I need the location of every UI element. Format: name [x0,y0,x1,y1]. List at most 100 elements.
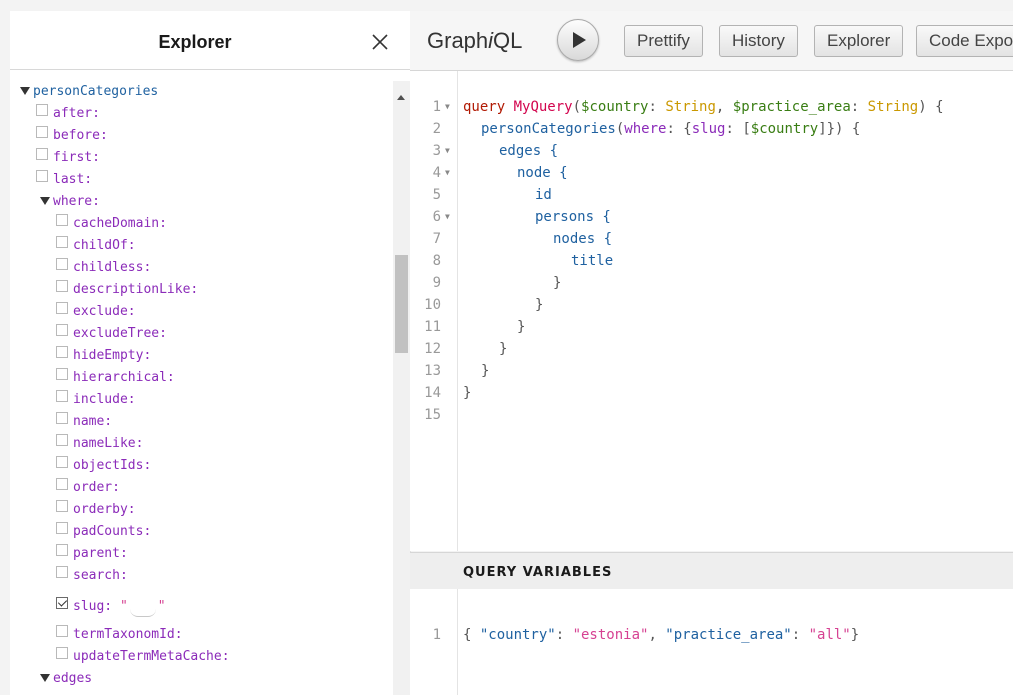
code-exporter-button[interactable]: Code Exporter [916,25,1013,57]
arg-item-before[interactable]: before: [36,125,108,147]
graphiql-panel: GraphiQL Prettify History Explorer Code … [410,11,1013,695]
where-arg-hideEmpty[interactable]: hideEmpty: [56,345,151,367]
checkbox[interactable] [56,213,68,226]
line-number: 7 [432,231,441,247]
where-arg-order[interactable]: order: [56,477,120,499]
history-button[interactable]: History [719,25,798,57]
checkbox[interactable] [36,169,48,182]
where-arg-objectIds[interactable]: objectIds: [56,455,151,477]
where-arg-orderby[interactable]: orderby: [56,499,136,521]
line-number: 6 [432,209,441,225]
where-arg-descriptionLike[interactable]: descriptionLike: [56,279,198,301]
line-number: 1 [432,99,441,115]
where-arg-childOf[interactable]: childOf: [56,235,136,257]
line-number: 11 [424,319,441,335]
checkbox[interactable] [56,455,68,468]
query-variables-bar[interactable]: QUERY VARIABLES [410,552,1013,590]
fold-arrow-icon[interactable]: ▼ [445,140,450,162]
checkbox[interactable] [36,103,48,116]
arg-item-first[interactable]: first: [36,147,100,169]
explorer-scrollbar[interactable] [393,81,410,695]
query-editor[interactable]: 1 2 3 4 5 6 7 8 9 10 11 12 13 14 15 ▼ ▼ … [410,71,1013,551]
checkbox[interactable] [56,521,68,534]
fold-arrow-icon[interactable]: ▼ [445,96,450,118]
explorer-header: Explorer [10,11,410,70]
checkbox[interactable] [56,257,68,270]
checkbox[interactable] [56,367,68,380]
checkbox[interactable] [56,345,68,358]
explorer-panel: Explorer personCategories after: before:… [10,11,411,695]
where-arg-nameLike[interactable]: nameLike: [56,433,143,455]
checkbox[interactable] [56,279,68,292]
close-icon[interactable] [371,33,389,51]
where-arg-childless[interactable]: childless: [56,257,151,279]
code-line: persons { [535,209,611,225]
checkbox[interactable] [36,125,48,138]
checkbox[interactable] [56,389,68,402]
where-arg-updateTermMetaCache[interactable]: updateTermMetaCache: [56,646,230,668]
line-number: 1 [432,627,441,643]
play-icon[interactable] [557,19,599,61]
line-number: 2 [432,121,441,137]
checkbox[interactable] [56,301,68,314]
checkbox[interactable] [56,411,68,424]
code-line: } [535,297,544,313]
checkbox[interactable] [56,565,68,578]
tree-item-personCategories[interactable]: personCategories [20,81,158,103]
where-arg-excludeTree[interactable]: excludeTree: [56,323,167,345]
where-arg-search[interactable]: search: [56,565,128,587]
line-number: 10 [424,297,441,313]
checkbox[interactable] [56,624,68,637]
graphiql-logo: GraphiQL [427,28,523,53]
slug-value-input[interactable] [129,602,156,617]
where-arg-cacheDomain[interactable]: cacheDomain: [56,213,167,235]
line-number: 13 [424,363,441,379]
caret-down-icon[interactable] [40,196,50,205]
where-arg-padCounts[interactable]: padCounts: [56,521,151,543]
prettify-button[interactable]: Prettify [624,25,703,57]
arg-item-after[interactable]: after: [36,103,100,125]
line-number: 15 [424,407,441,423]
scroll-up-icon[interactable] [397,95,405,100]
where-arg-slug[interactable]: slug: " " [56,596,166,618]
caret-down-icon[interactable] [20,86,30,95]
where-arg-hierarchical[interactable]: hierarchical: [56,367,175,389]
code-line: id [535,187,552,203]
line-number: 4 [432,165,441,181]
arg-item-last[interactable]: last: [36,169,92,191]
field-label: personCategories [33,84,159,99]
where-arg-parent[interactable]: parent: [56,543,128,565]
checkbox[interactable] [56,477,68,490]
checkbox[interactable] [36,147,48,160]
where-arg-include[interactable]: include: [56,389,136,411]
where-arg-name[interactable]: name: [56,411,112,433]
checkbox[interactable] [56,235,68,248]
code-line: } [499,341,508,357]
checkbox[interactable] [56,323,68,336]
explorer-button[interactable]: Explorer [814,25,904,57]
explorer-title: Explorer [158,32,232,52]
code-line: } [481,363,490,379]
line-number: 8 [432,253,441,269]
tree-item-edges[interactable]: edges [40,668,92,690]
checkbox[interactable] [56,433,68,446]
code-line: nodes { [553,231,613,247]
arg-item-where[interactable]: where: [40,191,100,213]
checkbox-checked[interactable] [56,596,68,609]
checkbox[interactable] [56,646,68,659]
where-arg-termTaxonomId[interactable]: termTaxonomId: [56,624,183,646]
scrollbar-thumb[interactable] [395,255,408,353]
line-number: 9 [432,275,441,291]
checkbox[interactable] [56,499,68,512]
toolbar: GraphiQL Prettify History Explorer Code … [410,11,1013,71]
where-arg-exclude[interactable]: exclude: [56,301,136,323]
fold-arrow-icon[interactable]: ▼ [445,206,450,228]
fold-arrow-icon[interactable]: ▼ [445,162,450,184]
code-line: } [463,385,472,401]
caret-down-icon[interactable] [40,673,50,682]
variables-editor[interactable]: 1 { "country": "estonia", "practice_area… [410,589,1013,695]
explorer-tree: personCategories after: before: first: l… [10,81,382,695]
code-line: } [553,275,562,291]
checkbox[interactable] [56,543,68,556]
code-line: personCategories(where: {slug: [$country… [481,121,861,137]
